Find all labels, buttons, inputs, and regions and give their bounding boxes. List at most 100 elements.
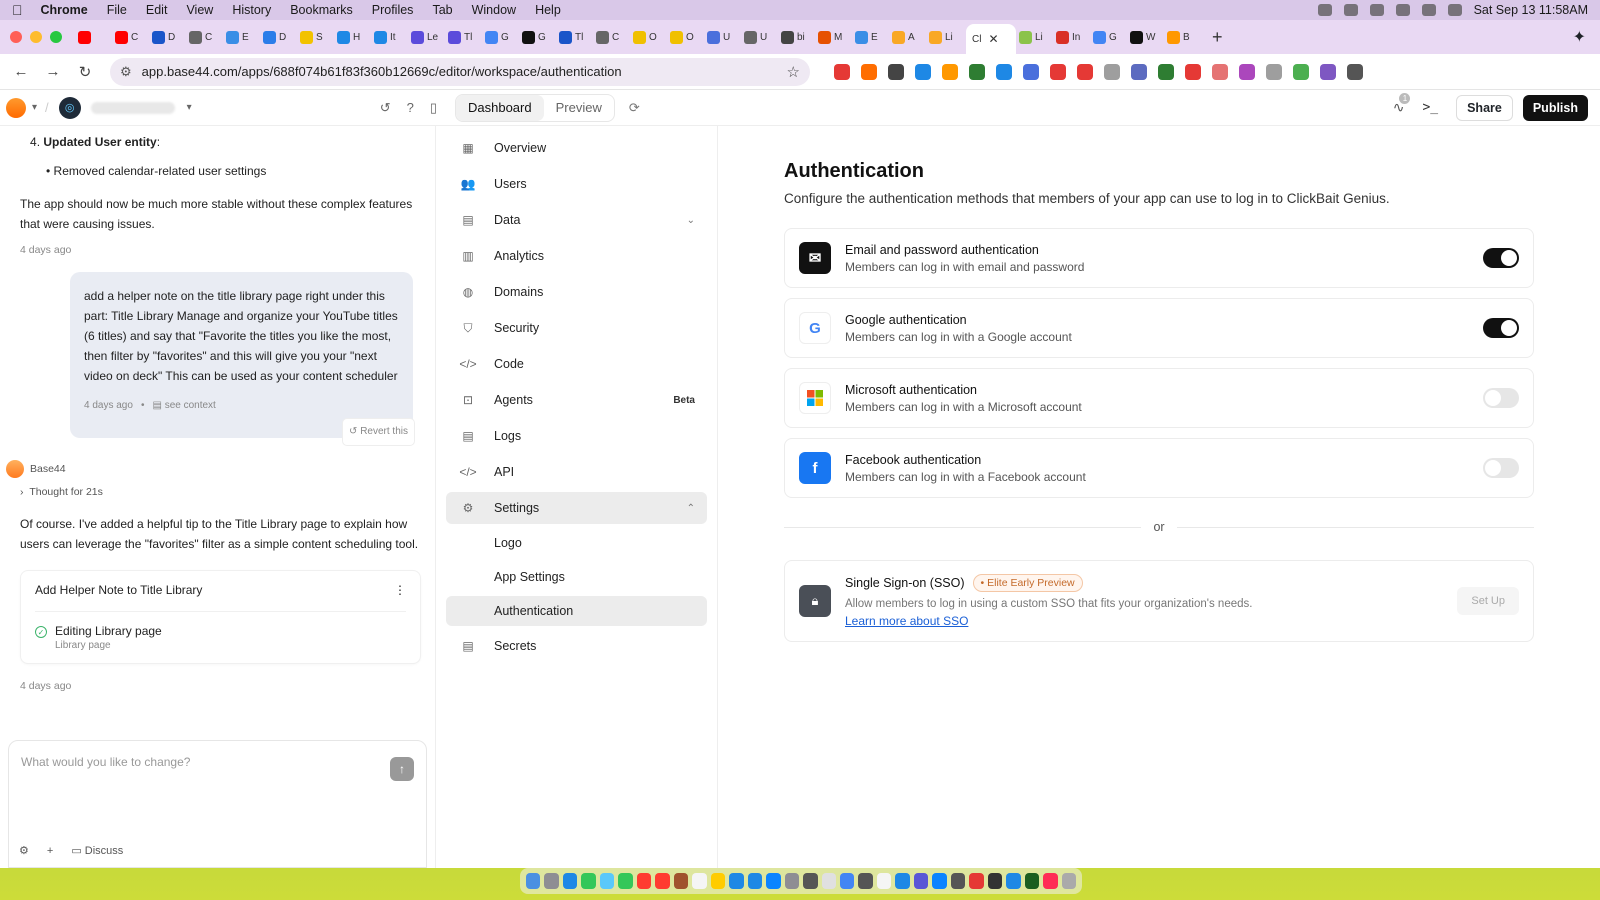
extension-icon[interactable] [915, 64, 931, 80]
wifi-icon[interactable] [1396, 4, 1410, 16]
back-button[interactable]: ← [8, 63, 34, 80]
extension-icon[interactable] [1212, 64, 1228, 80]
chat-input[interactable]: What would you like to change? [21, 755, 414, 769]
forward-button[interactable]: → [40, 63, 66, 80]
extension-icon[interactable] [1131, 64, 1147, 80]
dock-app-icon[interactable] [766, 873, 780, 889]
tab-9[interactable]: Le [411, 25, 445, 49]
dock-app-icon[interactable] [581, 873, 595, 889]
dock-app-icon[interactable] [1025, 873, 1039, 889]
settings-icon[interactable]: ⚙ [19, 844, 29, 857]
menu-view[interactable]: View [186, 3, 213, 17]
dock-app-icon[interactable] [822, 873, 836, 889]
tab-2[interactable]: D [152, 25, 186, 49]
setup-sso-button[interactable]: Set Up [1457, 587, 1519, 615]
tab-21[interactable]: E [855, 25, 889, 49]
close-tab-icon[interactable]: ✕ [988, 32, 998, 46]
tab-1[interactable]: C [115, 25, 149, 49]
sidebar-item-code[interactable]: </>Code [446, 348, 707, 380]
dock-app-icon[interactable] [729, 873, 743, 889]
sidebar-item-agents[interactable]: ⊡AgentsBeta [446, 384, 707, 416]
learn-more-sso-link[interactable]: Learn more about SSO [845, 614, 968, 628]
sidebar-subitem-logo[interactable]: Logo [446, 528, 707, 558]
tab-preview[interactable]: Preview [544, 95, 614, 121]
menu-edit[interactable]: Edit [146, 3, 168, 17]
facebook-toggle[interactable] [1483, 458, 1519, 478]
dock-app-icon[interactable] [1006, 873, 1020, 889]
project-icon[interactable]: ◎ [59, 97, 81, 119]
extension-icon[interactable] [1293, 64, 1309, 80]
sidebar-subitem-app-settings[interactable]: App Settings [446, 562, 707, 592]
extension-icon[interactable] [969, 64, 985, 80]
tab-after-4[interactable]: B [1167, 25, 1201, 49]
tab-8[interactable]: It [374, 25, 408, 49]
search-icon[interactable] [1422, 4, 1436, 16]
project-name-redacted[interactable] [91, 102, 175, 114]
sidebar-item-domains[interactable]: ◍Domains [446, 276, 707, 308]
reload-button[interactable]: ↻ [72, 63, 98, 81]
dock-app-icon[interactable] [674, 873, 688, 889]
dock-app-icon[interactable] [1043, 873, 1057, 889]
extension-icon[interactable] [1266, 64, 1282, 80]
sidebar-item-logs[interactable]: ▤Logs [446, 420, 707, 452]
tab-13[interactable]: Tl [559, 25, 593, 49]
sidebar-item-secrets[interactable]: ▤Secrets [446, 630, 707, 662]
address-bar[interactable]: ⚙ app.base44.com/apps/688f074b61f83f360b… [110, 58, 810, 86]
tab-6[interactable]: S [300, 25, 334, 49]
google-toggle[interactable] [1483, 318, 1519, 338]
bookmark-star-icon[interactable]: ☆ [787, 63, 800, 81]
dock-app-icon[interactable] [969, 873, 983, 889]
project-chevron-icon[interactable]: ▾ [187, 102, 192, 113]
sidebar-item-data[interactable]: ▤Data⌄ [446, 204, 707, 236]
tab-after-2[interactable]: G [1093, 25, 1127, 49]
dock-app-icon[interactable] [988, 873, 1002, 889]
activity-icon[interactable]: ∿1 [1393, 99, 1405, 116]
extension-icon[interactable] [861, 64, 877, 80]
apple-icon[interactable]:  [12, 2, 23, 18]
dock-app-icon[interactable] [951, 873, 965, 889]
tab-15[interactable]: O [633, 25, 667, 49]
tab-4[interactable]: E [226, 25, 260, 49]
tab-after-0[interactable]: Li [1019, 25, 1053, 49]
tab-10[interactable]: Tl [448, 25, 482, 49]
gemini-icon[interactable]: ✦ [1573, 27, 1586, 47]
menu-bookmarks[interactable]: Bookmarks [290, 3, 353, 17]
clock[interactable]: Sat Sep 13 11:58AM [1474, 3, 1588, 17]
dock-app-icon[interactable] [692, 873, 706, 889]
control-center-icon[interactable] [1448, 4, 1462, 16]
tab-after-3[interactable]: W [1130, 25, 1164, 49]
extension-icon[interactable] [1239, 64, 1255, 80]
refresh-icon[interactable]: ⟳ [629, 100, 640, 116]
minimize-window-button[interactable] [30, 31, 42, 43]
tab-12[interactable]: G [522, 25, 556, 49]
sidebar-item-settings[interactable]: ⚙Settings⌃ [446, 492, 707, 524]
tab-3[interactable]: C [189, 25, 223, 49]
sidebar-item-overview[interactable]: ▦Overview [446, 132, 707, 164]
site-info-icon[interactable]: ⚙ [120, 64, 132, 80]
dock-app-icon[interactable] [600, 873, 614, 889]
add-icon[interactable]: + [47, 845, 53, 857]
sidebar-item-api[interactable]: </>API [446, 456, 707, 488]
discuss-button[interactable]: ▭ Discuss [71, 844, 123, 857]
see-context-link[interactable]: ▤ see context [152, 396, 215, 416]
tab-11[interactable]: G [485, 25, 519, 49]
publish-button[interactable]: Publish [1523, 95, 1588, 121]
extension-icon[interactable] [1050, 64, 1066, 80]
menu-profiles[interactable]: Profiles [372, 3, 414, 17]
dock-app-icon[interactable] [563, 873, 577, 889]
dock-app-icon[interactable] [803, 873, 817, 889]
extension-icon[interactable] [1185, 64, 1201, 80]
chevron-down-icon[interactable]: ▾ [32, 102, 37, 113]
extension-icon[interactable] [1104, 64, 1120, 80]
sidebar-item-security[interactable]: ⛉Security [446, 312, 707, 344]
tab-17[interactable]: U [707, 25, 741, 49]
send-button[interactable]: ↑ [390, 757, 414, 781]
extension-icon[interactable] [942, 64, 958, 80]
tab-16[interactable]: O [670, 25, 704, 49]
screen-icon[interactable] [1318, 4, 1332, 16]
sidebar-item-users[interactable]: 👥Users [446, 168, 707, 200]
menu-app[interactable]: Chrome [41, 3, 88, 17]
dock-app-icon[interactable] [840, 873, 854, 889]
menu-history[interactable]: History [232, 3, 271, 17]
dock-app-icon[interactable] [858, 873, 872, 889]
